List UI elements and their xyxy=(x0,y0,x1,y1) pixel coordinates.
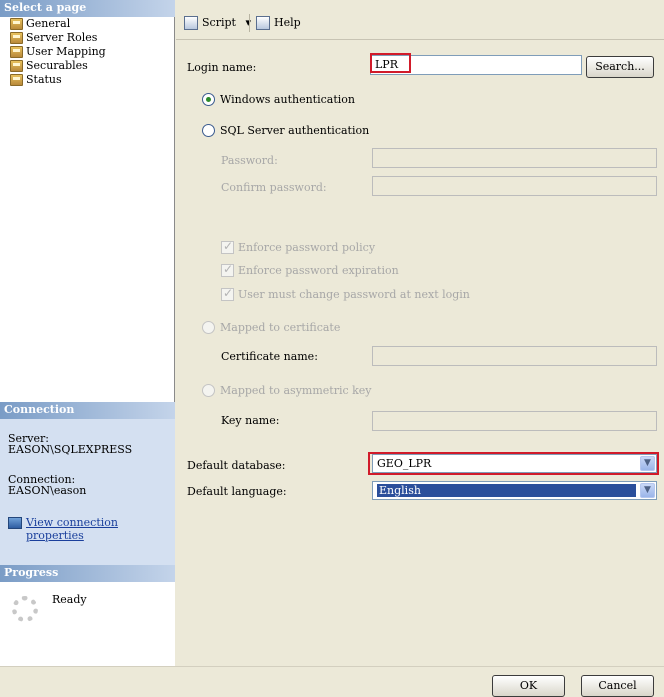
page-item-label: General xyxy=(26,17,71,30)
login-properties-dialog: Select a page General Server Roles User … xyxy=(0,0,664,697)
connection-properties-icon xyxy=(8,517,22,529)
password-label: Password: xyxy=(221,154,278,167)
dialog-button-bar: OK Cancel xyxy=(0,666,664,697)
script-icon xyxy=(184,16,198,30)
page-list: General Server Roles User Mapping Secura… xyxy=(0,17,175,87)
page-item-label: Status xyxy=(26,73,62,86)
mapped-certificate-label: Mapped to certificate xyxy=(220,321,341,334)
page-item-label: Securables xyxy=(26,59,88,72)
left-pane: Select a page General Server Roles User … xyxy=(0,0,175,666)
default-database-label: Default database: xyxy=(187,459,286,472)
mapped-asymmetric-radio[interactable] xyxy=(202,384,215,397)
default-language-value: English xyxy=(377,484,636,497)
progress-spinner-icon xyxy=(12,596,38,622)
connection-header: Connection xyxy=(0,402,175,419)
page-item-status[interactable]: Status xyxy=(0,73,175,87)
default-database-highlight xyxy=(368,452,659,475)
confirm-password-input[interactable] xyxy=(372,176,657,196)
default-language-select[interactable]: English ▼ xyxy=(372,481,657,500)
chevron-down-icon[interactable]: ▼ xyxy=(640,483,655,498)
must-change-checkbox[interactable] xyxy=(221,286,234,301)
search-button[interactable]: Search... xyxy=(586,56,654,78)
windows-auth-radio[interactable] xyxy=(202,93,215,106)
page-item-label: Server Roles xyxy=(26,31,98,44)
view-connection-properties-link[interactable]: View connection properties xyxy=(26,516,175,542)
enforce-expiration-label: Enforce password expiration xyxy=(238,264,399,277)
password-input[interactable] xyxy=(372,148,657,168)
mapped-certificate-radio[interactable] xyxy=(202,321,215,334)
select-page-header: Select a page xyxy=(0,0,175,17)
toolbar-separator xyxy=(249,14,250,32)
confirm-password-label: Confirm password: xyxy=(221,181,327,194)
key-name-input[interactable] xyxy=(372,411,657,431)
login-name-highlight xyxy=(370,53,411,73)
page-icon xyxy=(10,74,23,86)
progress-section: Ready xyxy=(0,582,175,666)
toolbar: Script ▾ Help xyxy=(176,0,664,40)
page-item-server-roles[interactable]: Server Roles xyxy=(0,31,175,45)
must-change-label: User must change password at next login xyxy=(238,288,470,301)
certificate-name-input[interactable] xyxy=(372,346,657,366)
sql-auth-radio[interactable] xyxy=(202,124,215,137)
page-icon xyxy=(10,60,23,72)
general-page: Login name: LPR Search... Windows authen… xyxy=(176,41,664,666)
page-icon xyxy=(10,32,23,44)
login-name-label: Login name: xyxy=(187,61,257,74)
page-item-label: User Mapping xyxy=(26,45,106,58)
page-icon xyxy=(10,18,23,30)
key-name-label: Key name: xyxy=(221,414,280,427)
page-icon xyxy=(10,46,23,58)
progress-status: Ready xyxy=(52,593,87,606)
connection-value: EASON\eason xyxy=(8,484,87,497)
help-icon xyxy=(256,16,270,30)
enforce-expiration-checkbox[interactable] xyxy=(221,262,234,277)
enforce-policy-label: Enforce password policy xyxy=(238,241,376,254)
help-button[interactable]: Help xyxy=(256,14,301,32)
page-item-securables[interactable]: Securables xyxy=(0,59,175,73)
script-label: Script xyxy=(202,16,236,29)
ok-button[interactable]: OK xyxy=(492,675,565,697)
connection-section: Server: EASON\SQLEXPRESS Connection: EAS… xyxy=(0,419,175,565)
cancel-button[interactable]: Cancel xyxy=(581,675,654,697)
page-item-general[interactable]: General xyxy=(0,17,175,31)
certificate-name-label: Certificate name: xyxy=(221,350,318,363)
default-language-label: Default language: xyxy=(187,485,287,498)
script-button[interactable]: Script ▾ xyxy=(184,14,251,32)
help-label: Help xyxy=(274,16,301,29)
enforce-policy-checkbox[interactable] xyxy=(221,239,234,254)
progress-header: Progress xyxy=(0,565,175,582)
server-value: EASON\SQLEXPRESS xyxy=(8,443,133,456)
mapped-asymmetric-label: Mapped to asymmetric key xyxy=(220,384,372,397)
page-item-user-mapping[interactable]: User Mapping xyxy=(0,45,175,59)
windows-auth-label: Windows authentication xyxy=(220,93,355,106)
sql-auth-label: SQL Server authentication xyxy=(220,124,370,137)
